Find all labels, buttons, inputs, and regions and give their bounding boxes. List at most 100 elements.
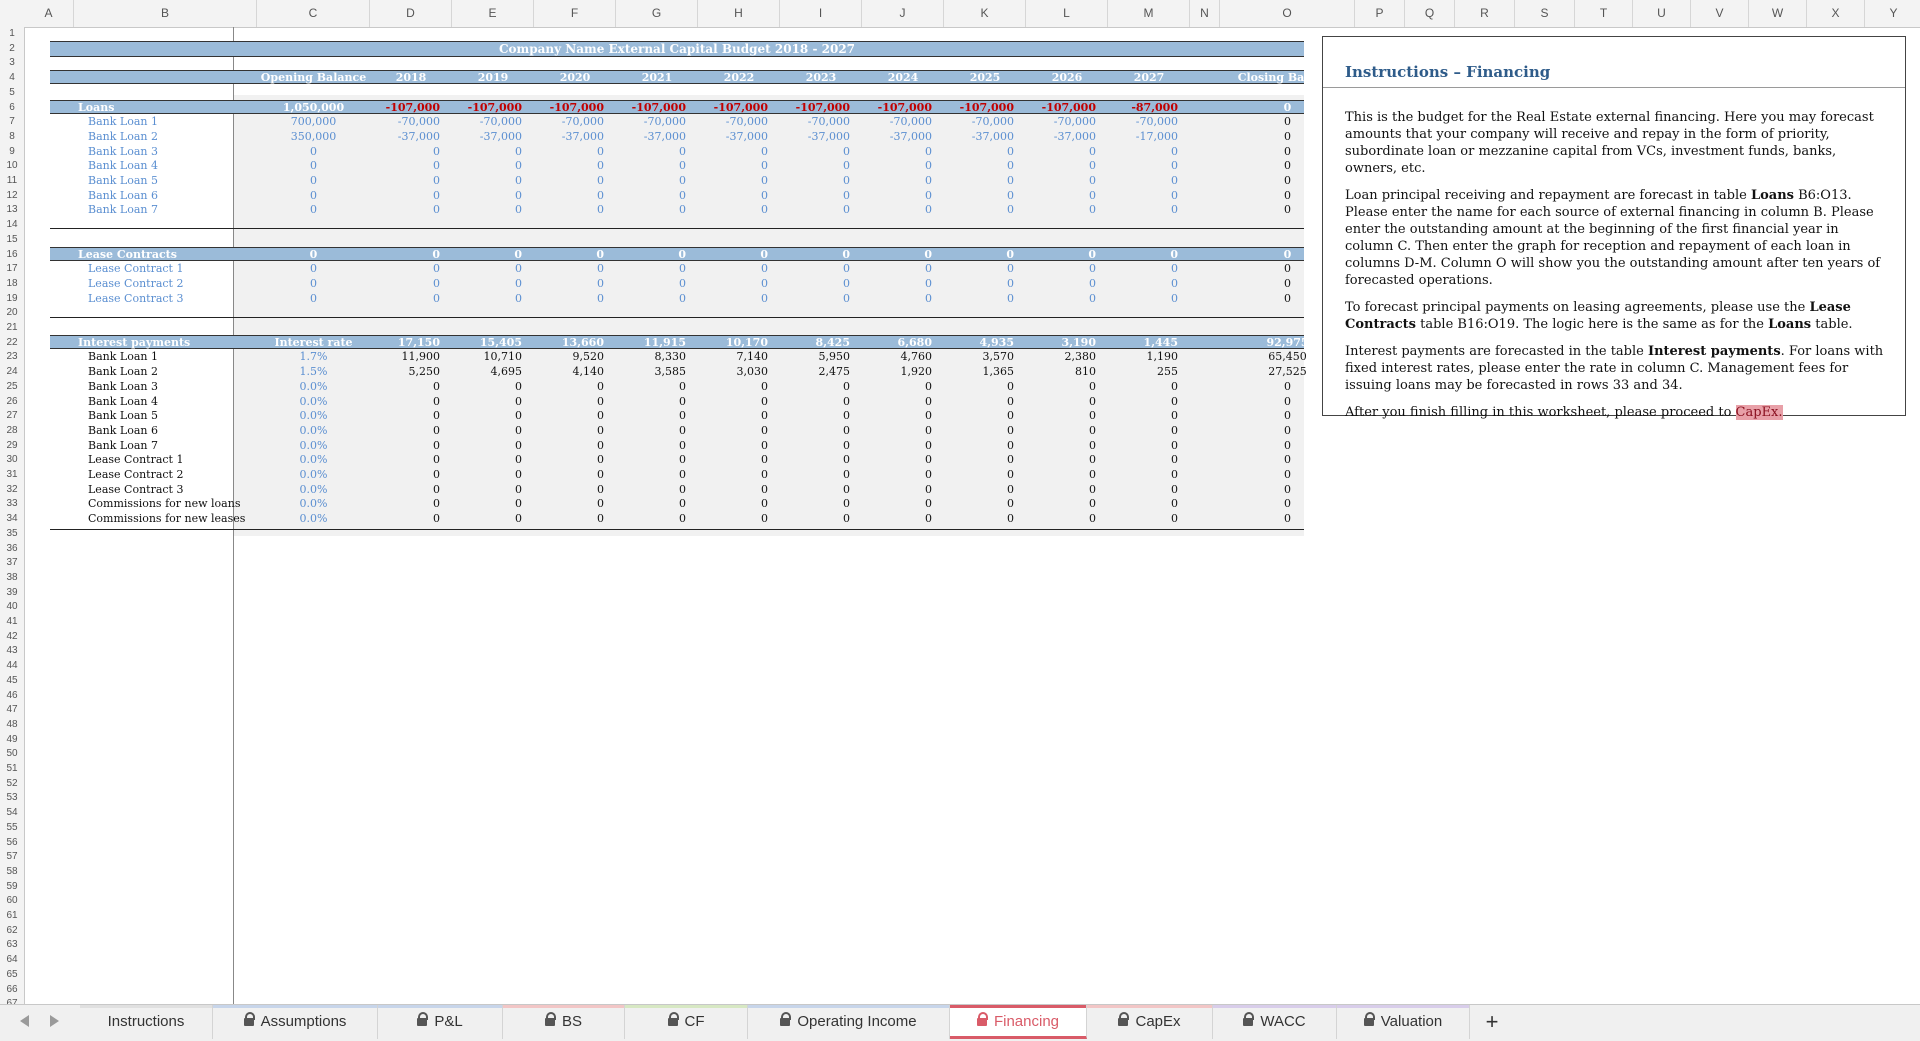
interest-total-value[interactable]: 10,170 — [698, 336, 768, 350]
prev-sheet-icon[interactable] — [20, 1015, 29, 1027]
leases-row-value[interactable]: 0 — [616, 277, 686, 291]
leases-row-value[interactable]: 0 — [1026, 277, 1096, 291]
interest-row-value[interactable]: 0 — [370, 424, 440, 438]
loans-row-value[interactable]: 0 — [452, 159, 522, 173]
row-header[interactable]: 29 — [0, 439, 24, 453]
sheet-tab-bs[interactable]: BS — [503, 1005, 625, 1039]
interest-row-label[interactable]: Commissions for new leases — [88, 512, 267, 526]
interest-row-value[interactable]: 0 — [862, 395, 932, 409]
loans-row-value[interactable]: 0 — [1026, 159, 1096, 173]
loans-row-value[interactable]: 0 — [370, 203, 440, 217]
interest-row-value[interactable]: 0 — [534, 395, 604, 409]
interest-row-value[interactable]: 0 — [452, 380, 522, 394]
loans-total-value[interactable]: -107,000 — [944, 101, 1014, 115]
leases-row-value[interactable]: 0 — [1108, 262, 1178, 276]
loans-total-opening[interactable]: 1,050,000 — [257, 101, 370, 115]
loans-row-value[interactable]: 0 — [698, 203, 768, 217]
row-header[interactable]: 54 — [0, 806, 24, 820]
sheet-tab-cf[interactable]: CF — [625, 1005, 748, 1039]
row-header[interactable]: 52 — [0, 777, 24, 791]
column-header[interactable]: S — [1515, 0, 1575, 27]
loans-row-value[interactable]: -70,000 — [1026, 115, 1096, 129]
leases-total-value[interactable]: 0 — [698, 248, 768, 262]
loans-row-value[interactable]: 0 — [780, 203, 850, 217]
column-header[interactable]: N — [1190, 0, 1220, 27]
interest-row-value[interactable]: 0 — [780, 468, 850, 482]
leases-row-value[interactable]: 0 — [1026, 292, 1096, 306]
interest-row-label[interactable]: Bank Loan 5 — [88, 409, 267, 423]
column-header[interactable]: P — [1355, 0, 1405, 27]
row-header[interactable]: 56 — [0, 836, 24, 850]
row-header[interactable]: 18 — [0, 277, 24, 291]
interest-row-value[interactable]: 0 — [780, 380, 850, 394]
column-header[interactable]: O — [1220, 0, 1355, 27]
interest-row-value[interactable]: 0 — [1108, 395, 1178, 409]
row-header[interactable]: 23 — [0, 350, 24, 364]
row-header[interactable]: 46 — [0, 689, 24, 703]
interest-row-value[interactable]: 0 — [534, 453, 604, 467]
header-year-2020[interactable]: 2020 — [534, 71, 616, 85]
row-header[interactable]: 17 — [0, 262, 24, 276]
loans-row-value[interactable]: -70,000 — [862, 115, 932, 129]
row-header[interactable]: 60 — [0, 894, 24, 908]
loans-row-value[interactable]: 0 — [452, 145, 522, 159]
row-header[interactable]: 20 — [0, 306, 24, 320]
loans-row-value[interactable]: 0 — [616, 145, 686, 159]
interest-row-value[interactable]: 1,190 — [1108, 350, 1179, 364]
leases-row-value[interactable]: 0 — [1108, 292, 1178, 306]
row-header[interactable]: 3 — [0, 56, 24, 70]
interest-row-closing[interactable]: 0 — [1220, 483, 1355, 497]
loans-row-value[interactable]: 0 — [944, 189, 1014, 203]
leases-total-value[interactable]: 0 — [780, 248, 850, 262]
loans-row-opening[interactable]: 0 — [257, 159, 370, 173]
interest-row-closing[interactable]: 0 — [1220, 468, 1355, 482]
loans-row-value[interactable]: 0 — [862, 203, 932, 217]
row-header[interactable]: 32 — [0, 483, 24, 497]
row-header[interactable]: 8 — [0, 130, 24, 144]
sheet-tab-capex[interactable]: CapEx — [1087, 1005, 1213, 1039]
row-header[interactable]: 44 — [0, 659, 24, 673]
interest-row-value[interactable]: 0 — [1026, 483, 1096, 497]
row-header[interactable]: 10 — [0, 159, 24, 173]
loans-row-value[interactable]: -37,000 — [534, 130, 604, 144]
loans-row-value[interactable]: -37,000 — [370, 130, 440, 144]
loans-row-value[interactable]: -70,000 — [534, 115, 604, 129]
row-header[interactable]: 41 — [0, 615, 24, 629]
loans-row-value[interactable]: 0 — [1026, 174, 1096, 188]
interest-row-value[interactable]: 0 — [1108, 439, 1178, 453]
interest-row-value[interactable]: 0 — [698, 424, 768, 438]
leases-total-value[interactable]: 0 — [534, 248, 604, 262]
leases-row-opening[interactable]: 0 — [257, 292, 370, 306]
loans-total-value[interactable]: -107,000 — [862, 101, 932, 115]
column-header[interactable]: Y — [1865, 0, 1920, 27]
leases-total-value[interactable]: 0 — [452, 248, 522, 262]
row-header[interactable]: 58 — [0, 865, 24, 879]
sheet-tab-p-l[interactable]: P&L — [378, 1005, 503, 1039]
loans-total-value[interactable]: -87,000 — [1108, 101, 1178, 115]
row-header[interactable]: 12 — [0, 189, 24, 203]
interest-row-value[interactable]: 0 — [616, 497, 686, 511]
loans-row-value[interactable]: -37,000 — [862, 130, 932, 144]
loans-row-value[interactable]: 0 — [370, 189, 440, 203]
interest-row-value[interactable]: 0 — [698, 512, 768, 526]
row-header[interactable]: 64 — [0, 953, 24, 967]
column-header[interactable]: Q — [1405, 0, 1455, 27]
loans-row-opening[interactable]: 700,000 — [257, 115, 370, 129]
loans-total-value[interactable]: -107,000 — [370, 101, 440, 115]
interest-row-value[interactable]: 255 — [1108, 365, 1178, 379]
interest-row-label[interactable]: Bank Loan 3 — [88, 380, 267, 394]
row-header[interactable]: 11 — [0, 174, 24, 188]
interest-row-value[interactable]: 0 — [534, 468, 604, 482]
interest-row-opening[interactable]: 0.0% — [257, 439, 370, 453]
column-header[interactable]: U — [1633, 0, 1691, 27]
leases-row-value[interactable]: 0 — [616, 292, 686, 306]
loans-row-value[interactable]: -37,000 — [452, 130, 522, 144]
interest-row-value[interactable]: 0 — [452, 453, 522, 467]
interest-row-value[interactable]: 0 — [534, 380, 604, 394]
interest-total-value[interactable]: 15,405 — [452, 336, 522, 350]
interest-row-value[interactable]: 3,030 — [698, 365, 769, 379]
loans-row-value[interactable]: 0 — [944, 174, 1014, 188]
interest-row-value[interactable]: 0 — [452, 424, 522, 438]
row-header[interactable]: 51 — [0, 762, 24, 776]
interest-row-value[interactable]: 0 — [698, 380, 768, 394]
